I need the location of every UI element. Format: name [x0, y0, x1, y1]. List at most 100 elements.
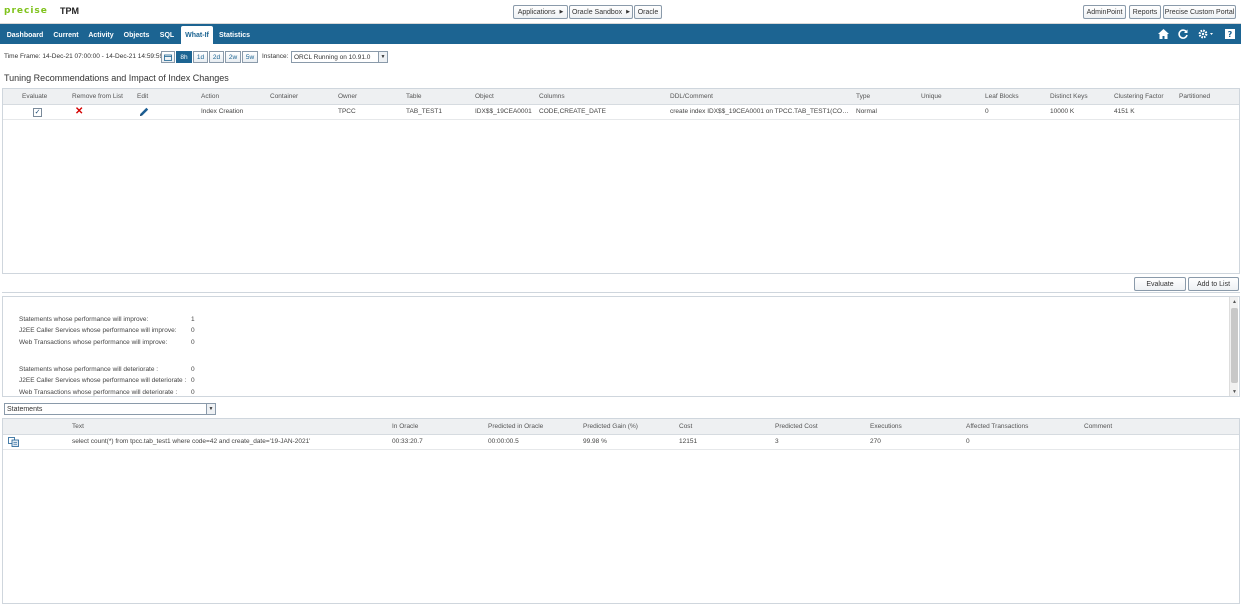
cell-action: Index Creation — [201, 108, 244, 115]
cell-ddl: create index IDX$$_19CEA0001 on TPCC.TAB… — [670, 108, 853, 115]
col-columns[interactable]: Columns — [539, 93, 565, 100]
add-to-list-button[interactable]: Add to List — [1188, 277, 1239, 291]
col-cost[interactable]: Cost — [679, 423, 692, 430]
custom-portal-button[interactable]: Precise Custom Portal — [1163, 5, 1236, 19]
scroll-up-icon[interactable]: ▲ — [1230, 297, 1239, 306]
breadcrumb-applications[interactable]: Applications ▶ — [513, 5, 568, 19]
remove-icon[interactable]: ✕ — [75, 106, 83, 117]
summary-value: 0 — [191, 327, 195, 334]
col-evaluate[interactable]: Evaluate — [22, 93, 47, 100]
cell-leaf-blocks: 0 — [985, 108, 989, 115]
scroll-down-icon[interactable]: ▼ — [1230, 387, 1239, 396]
table-row[interactable]: select count(*) from tpcc.tab_test1 wher… — [3, 435, 1239, 450]
summary-label: Statements whose performance will improv… — [19, 316, 149, 323]
action-bar: Evaluate Add to List — [2, 274, 1240, 293]
tab-sql[interactable]: SQL — [157, 26, 177, 44]
cell-predicted-cost: 3 — [775, 438, 779, 445]
tab-dashboard[interactable]: Dashboard — [4, 26, 46, 44]
breadcrumb-oracle-sandbox[interactable]: Oracle Sandbox ▶ — [569, 5, 633, 19]
cell-predicted-gain: 99.98 % — [583, 438, 607, 445]
col-clustering-factor[interactable]: Clustering Factor — [1114, 93, 1164, 100]
cell-columns: CODE,CREATE_DATE — [539, 108, 606, 115]
tab-current[interactable]: Current — [50, 26, 82, 44]
cell-type: Normal — [856, 108, 877, 115]
col-distinct-keys[interactable]: Distinct Keys — [1050, 93, 1088, 100]
summary-label: Web Transactions whose performance will … — [19, 339, 168, 346]
col-partitioned[interactable]: Partitioned — [1179, 93, 1210, 100]
col-object[interactable]: Object — [475, 93, 494, 100]
chevron-down-icon: ▼ — [378, 52, 387, 62]
evaluate-checkbox[interactable]: ✓ — [33, 108, 42, 117]
col-comment[interactable]: Comment — [1084, 423, 1112, 430]
col-type[interactable]: Type — [856, 93, 870, 100]
home-icon[interactable] — [1157, 28, 1169, 40]
precise-logo: precise — [4, 6, 48, 16]
tab-what-if[interactable]: What-If — [181, 26, 213, 44]
cell-cost: 12151 — [679, 438, 698, 445]
cell-affected-transactions: 0 — [966, 438, 970, 445]
main-nav: Dashboard Current Activity Objects SQL W… — [0, 24, 1241, 44]
cell-owner: TPCC — [338, 108, 356, 115]
edit-icon[interactable] — [138, 106, 150, 118]
instance-label: Instance: — [262, 53, 289, 60]
summary-label: Web Transactions whose performance will … — [19, 389, 178, 396]
col-predicted-gain[interactable]: Predicted Gain (%) — [583, 423, 638, 430]
range-8h[interactable]: 8h — [176, 51, 192, 63]
col-predicted-in-oracle[interactable]: Predicted in Oracle — [488, 423, 543, 430]
col-container[interactable]: Container — [270, 93, 298, 100]
col-unique[interactable]: Unique — [921, 93, 942, 100]
range-5w[interactable]: 5w — [242, 51, 258, 63]
tab-objects[interactable]: Objects — [121, 26, 152, 44]
reports-button[interactable]: Reports — [1129, 5, 1161, 19]
timeframe-toolbar: Time Frame: 14-Dec-21 07:00:00 - 14-Dec-… — [0, 47, 1241, 67]
tab-activity[interactable]: Activity — [86, 26, 116, 44]
tab-statistics[interactable]: Statistics — [217, 26, 252, 44]
col-affected-transactions[interactable]: Affected Transactions — [966, 423, 1028, 430]
caret-right-icon: ▶ — [559, 9, 564, 15]
breadcrumb-oracle[interactable]: Oracle — [634, 5, 662, 19]
cell-table: TAB_TEST1 — [406, 108, 443, 115]
summary-scrollbar[interactable]: ▲ ▼ — [1229, 297, 1238, 396]
col-leaf-blocks[interactable]: Leaf Blocks — [985, 93, 1019, 100]
col-ddl[interactable]: DDL/Comment — [670, 93, 713, 100]
range-1d[interactable]: 1d — [193, 51, 208, 63]
gear-icon[interactable] — [1197, 28, 1215, 40]
col-text[interactable]: Text — [72, 423, 84, 430]
instance-select[interactable]: ORCL Running on 10.91.0 ▼ — [291, 51, 388, 63]
scroll-thumb[interactable] — [1231, 308, 1238, 383]
help-icon[interactable]: ? — [1224, 28, 1236, 40]
breadcrumb-label: Applications — [517, 8, 556, 16]
refresh-icon[interactable] — [1177, 28, 1189, 40]
calendar-icon[interactable] — [161, 51, 175, 63]
statement-details-icon[interactable] — [8, 437, 19, 447]
cell-text[interactable]: select count(*) from tpcc.tab_test1 wher… — [72, 438, 388, 445]
summary-value: 0 — [191, 366, 195, 373]
cell-predicted-in-oracle: 00:00:00.5 — [488, 438, 519, 445]
product-name: TPM — [60, 6, 79, 16]
caret-right-icon: ▶ — [626, 9, 631, 15]
col-predicted-cost[interactable]: Predicted Cost — [775, 423, 818, 430]
cell-clustering-factor: 4151 K — [1114, 108, 1135, 115]
col-owner[interactable]: Owner — [338, 93, 357, 100]
table-header: Text In Oracle Predicted in Oracle Predi… — [3, 419, 1239, 435]
col-remove[interactable]: Remove from List — [72, 93, 123, 100]
col-edit[interactable]: Edit — [137, 93, 148, 100]
cell-in-oracle: 00:33:20.7 — [392, 438, 423, 445]
col-executions[interactable]: Executions — [870, 423, 902, 430]
statements-select[interactable]: Statements ▼ — [4, 403, 216, 415]
evaluate-button[interactable]: Evaluate — [1134, 277, 1186, 291]
range-2d[interactable]: 2d — [209, 51, 224, 63]
instance-value: ORCL Running on 10.91.0 — [294, 53, 371, 61]
summary-value: 1 — [191, 316, 195, 323]
summary-value: 0 — [191, 389, 195, 396]
table-header: Evaluate Remove from List Edit Action Co… — [3, 89, 1239, 105]
logo-text: precise — [4, 6, 48, 16]
range-2w[interactable]: 2w — [225, 51, 241, 63]
col-table[interactable]: Table — [406, 93, 422, 100]
col-action[interactable]: Action — [201, 93, 219, 100]
col-in-oracle[interactable]: In Oracle — [392, 423, 418, 430]
chevron-down-icon: ▼ — [206, 404, 215, 414]
table-row[interactable]: ✓ ✕ Index Creation TPCC TAB_TEST1 IDX$$_… — [3, 105, 1239, 120]
impact-summary: Statements whose performance will improv… — [2, 296, 1240, 397]
adminpoint-button[interactable]: AdminPoint — [1083, 5, 1126, 19]
